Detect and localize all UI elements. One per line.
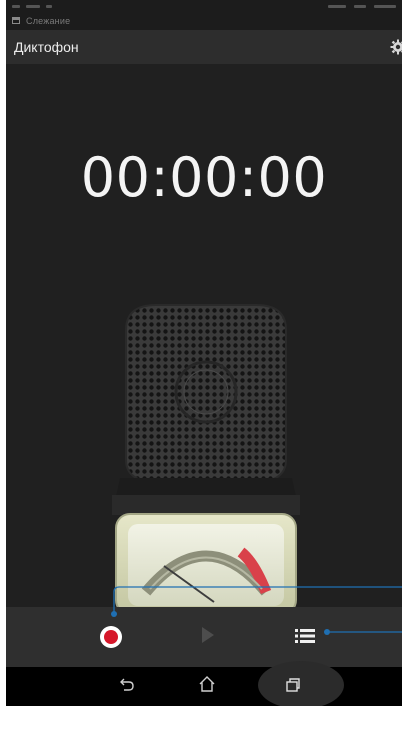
notification-text: Cлежание xyxy=(26,16,71,26)
back-icon[interactable] xyxy=(119,676,135,692)
app-bar: Диктофон xyxy=(6,30,402,64)
phone-screen: Cлежание Диктофон 00:00:00 xyxy=(6,0,402,706)
status-icons-right xyxy=(328,5,396,8)
microphone-illustration xyxy=(112,304,300,615)
app-title: Диктофон xyxy=(14,39,79,55)
record-button[interactable] xyxy=(100,626,122,648)
recent-apps-icon[interactable] xyxy=(284,676,302,694)
navigation-bar xyxy=(6,661,402,706)
settings-icon[interactable] xyxy=(390,39,402,55)
home-icon[interactable] xyxy=(198,675,216,693)
recordings-list-button[interactable] xyxy=(295,628,315,644)
notification-row: Cлежание xyxy=(6,14,402,30)
playback-controls xyxy=(6,607,402,667)
status-icons-left xyxy=(12,5,52,8)
status-bar xyxy=(6,0,402,14)
recording-timer: 00:00:00 xyxy=(80,146,328,209)
notification-icon xyxy=(12,17,20,24)
play-button[interactable] xyxy=(202,627,214,643)
